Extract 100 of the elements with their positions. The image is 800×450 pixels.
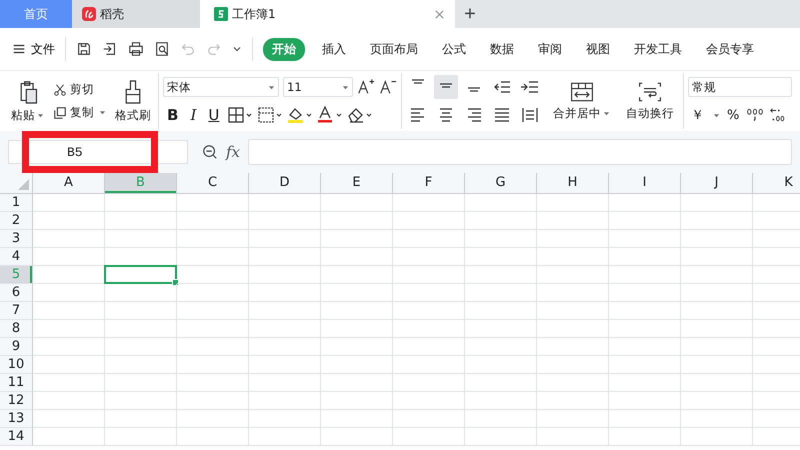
row-header[interactable]: 8 [0,320,33,338]
table-cell [537,302,609,320]
row-header[interactable]: 4 [0,248,33,266]
row-header[interactable]: 10 [0,356,33,374]
column-header[interactable]: C [177,173,249,193]
function-button[interactable]: fx [226,143,240,161]
column-header[interactable]: J [681,173,753,193]
table-cell [537,338,609,356]
file-menu-button[interactable]: 文件 [12,40,55,58]
currency-button[interactable]: ￥ [688,106,707,124]
ribbon-tab[interactable]: 视图 [579,38,617,60]
vertical-align-icon[interactable] [434,75,458,99]
table-cell [177,194,249,212]
table-cell [393,230,465,248]
paste-button[interactable]: 粘贴 [8,79,47,123]
font-color-icon[interactable] [317,106,344,124]
column-header[interactable]: I [609,173,681,193]
font-name-dropdown[interactable]: 宋体 [163,77,279,97]
close-icon[interactable] [434,8,445,20]
row-header[interactable]: 6 [0,284,33,302]
italic-button[interactable]: I [186,106,200,124]
table-cell [681,248,753,266]
table-cell [681,410,753,428]
merge-center-button[interactable]: 合并居中 [550,81,613,121]
print-preview-icon[interactable] [154,41,170,57]
thousands-separator-icon[interactable] [746,106,764,124]
ribbon-tab[interactable]: 公式 [435,38,473,60]
table-cell [177,410,249,428]
row-header[interactable]: 13 [0,410,33,428]
wrap-text-button[interactable]: 自动换行 [623,81,677,121]
bold-button[interactable]: B [163,106,182,124]
document-tab[interactable]: 工作簿1 [200,0,455,28]
table-cell [249,248,321,266]
row-header[interactable]: 2 [0,212,33,230]
table-cell [537,320,609,338]
table-cell [537,194,609,212]
formula-input[interactable] [248,139,792,165]
table-cell [33,230,105,248]
column-header[interactable]: H [537,173,609,193]
column-header[interactable]: F [393,173,465,193]
caret-icon[interactable] [99,109,106,116]
table-cell [105,410,177,428]
cell-style-icon[interactable] [257,106,284,124]
table-cell [321,266,393,284]
table-cell [393,392,465,410]
font-size-dropdown[interactable]: 11 [283,77,353,97]
export-icon[interactable] [102,41,118,57]
cut-button[interactable]: 剪切 [53,82,106,97]
decrease-font-icon[interactable] [379,78,397,96]
chevron-down-icon[interactable] [232,44,242,54]
wrap-text-icon [637,81,663,103]
table-cell [465,212,537,230]
table-cell [321,320,393,338]
table-cell [537,392,609,410]
ribbon-tab[interactable]: 开发工具 [627,38,689,60]
table-cell [393,374,465,392]
zoom-out-icon[interactable] [202,144,218,160]
table-cell [465,320,537,338]
table-cell [105,212,177,230]
row-header[interactable]: 1 [0,194,33,212]
name-box[interactable]: B5 [8,140,188,164]
column-header[interactable]: E [321,173,393,193]
table-cell [609,392,681,410]
column-header[interactable]: K [753,173,800,193]
row-header[interactable]: 7 [0,302,33,320]
row-header[interactable]: 14 [0,428,33,446]
table-cell [321,356,393,374]
table-cell [249,356,321,374]
document-tab[interactable]: 稻壳 [72,0,200,28]
row-header[interactable]: 3 [0,230,33,248]
borders-icon[interactable] [227,106,254,124]
table-cell [465,410,537,428]
percent-button[interactable]: % [724,108,742,122]
copy-button[interactable]: 复制 [53,105,94,120]
column-header[interactable]: G [465,173,537,193]
row-header[interactable]: 11 [0,374,33,392]
table-cell [249,266,321,284]
underline-button[interactable]: U [204,106,224,124]
ribbon-tab[interactable]: 数据 [483,38,521,60]
column-header[interactable]: D [249,173,321,193]
ribbon-tab[interactable]: 插入 [315,38,353,60]
number-format-dropdown[interactable]: 常规 [688,77,792,97]
caret-icon[interactable] [713,112,720,118]
decimal-icon[interactable] [768,106,786,124]
eraser-icon[interactable] [347,106,374,124]
increase-font-icon[interactable] [357,78,375,96]
format-painter-button[interactable]: 格式刷 [112,79,154,123]
print-icon[interactable] [128,41,144,57]
table-cell [681,302,753,320]
fill-color-icon[interactable] [287,106,314,124]
row-header[interactable]: 12 [0,392,33,410]
table-cell [393,284,465,302]
row-header[interactable]: 9 [0,338,33,356]
merge-cells-icon [568,81,594,103]
save-icon[interactable] [76,41,92,57]
ribbon-tab[interactable]: 会员专享 [699,38,761,60]
ribbon-tab[interactable]: 审阅 [531,38,569,60]
ribbon-tab[interactable]: 页面布局 [363,38,425,60]
new-tab-button[interactable]: + [455,0,485,28]
table-cell [465,248,537,266]
